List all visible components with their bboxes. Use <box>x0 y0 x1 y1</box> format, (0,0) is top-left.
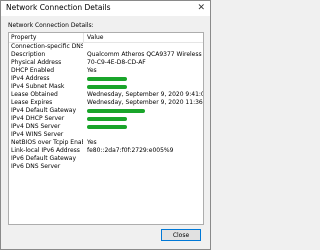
table-row[interactable]: DHCP Enabled Yes <box>9 67 203 75</box>
row-property: IPv4 Address <box>11 75 50 82</box>
table-row[interactable]: NetBIOS over Tcpip Enabl... Yes <box>9 139 203 147</box>
row-property: Physical Address <box>11 59 62 66</box>
redaction-mark <box>87 85 127 89</box>
table-row[interactable]: IPv6 DNS Server <box>9 163 203 171</box>
table-row[interactable]: Physical Address 70-C9-4E-D8-CD-AF <box>9 59 203 67</box>
row-value <box>87 75 203 83</box>
listview-header: Property Value <box>9 33 203 43</box>
row-property: NetBIOS over Tcpip Enabl... <box>11 139 83 146</box>
row-value: Yes <box>87 139 97 146</box>
row-value <box>87 107 203 115</box>
redaction-mark <box>87 125 127 129</box>
row-property: IPv4 WINS Server <box>11 131 64 138</box>
table-row[interactable]: Description Qualcomm Atheros QCA9377 Wire… <box>9 51 203 59</box>
row-property: IPv4 Default Gateway <box>11 107 76 114</box>
table-row[interactable]: Link-local IPv6 Address fe80::2da7:f0f:27… <box>9 147 203 155</box>
row-value <box>87 83 203 91</box>
row-property: Description <box>11 51 46 58</box>
title-bar: Network Connection Details ✕ <box>1 1 210 16</box>
table-row[interactable]: Lease Obtained Wednesday, September 9, 20… <box>9 91 203 99</box>
row-property: IPv6 DNS Server <box>11 163 61 170</box>
row-value: Yes <box>87 67 97 74</box>
row-value: Wednesday, September 9, 2020 9:41:08 A <box>87 91 203 98</box>
row-property: Lease Expires <box>11 99 53 106</box>
table-row[interactable]: IPv6 Default Gateway <box>9 155 203 163</box>
column-separator[interactable] <box>83 33 84 42</box>
row-property: IPv4 DHCP Server <box>11 115 65 122</box>
details-listview[interactable]: Property Value Connection-specific DNS .… <box>8 32 204 225</box>
row-property: IPv4 Subnet Mask <box>11 83 65 90</box>
close-button[interactable]: Close <box>161 229 201 241</box>
row-value: 70-C9-4E-D8-CD-AF <box>87 59 146 66</box>
row-value: fe80::2da7:f0f:2729:e005%9 <box>87 147 174 154</box>
table-row[interactable]: IPv4 DHCP Server <box>9 115 203 123</box>
table-row[interactable]: Lease Expires Wednesday, September 9, 202… <box>9 99 203 107</box>
row-property: DHCP Enabled <box>11 67 55 74</box>
row-property: Link-local IPv6 Address <box>11 147 80 154</box>
table-row[interactable]: IPv4 DNS Server <box>9 123 203 131</box>
section-label: Network Connection Details: <box>8 22 94 29</box>
network-connection-details-window: Network Connection Details ✕ Network Con… <box>0 0 211 250</box>
row-property: Lease Obtained <box>11 91 58 98</box>
row-property: IPv4 DNS Server <box>11 123 61 130</box>
close-icon[interactable]: ✕ <box>197 2 205 14</box>
column-header-value[interactable]: Value <box>87 34 103 41</box>
redaction-mark <box>87 109 145 113</box>
redaction-mark <box>87 77 127 81</box>
table-row[interactable]: IPv4 Address <box>9 75 203 83</box>
table-row[interactable]: IPv4 Subnet Mask <box>9 83 203 91</box>
row-value: Wednesday, September 9, 2020 11:36:47 <box>87 99 203 106</box>
table-row[interactable]: IPv4 WINS Server <box>9 131 203 139</box>
column-header-property[interactable]: Property <box>11 34 36 41</box>
row-value: Qualcomm Atheros QCA9377 Wireless Net <box>87 51 203 58</box>
window-title: Network Connection Details <box>6 3 111 12</box>
row-property: Connection-specific DNS ... <box>11 43 83 50</box>
redaction-mark <box>87 117 127 121</box>
table-row[interactable]: Connection-specific DNS ... <box>9 43 203 51</box>
table-row[interactable]: IPv4 Default Gateway <box>9 107 203 115</box>
row-value <box>87 123 203 131</box>
row-property: IPv6 Default Gateway <box>11 155 76 162</box>
row-value <box>87 115 203 123</box>
listview-rows: Connection-specific DNS ...Description Qu… <box>9 43 203 171</box>
